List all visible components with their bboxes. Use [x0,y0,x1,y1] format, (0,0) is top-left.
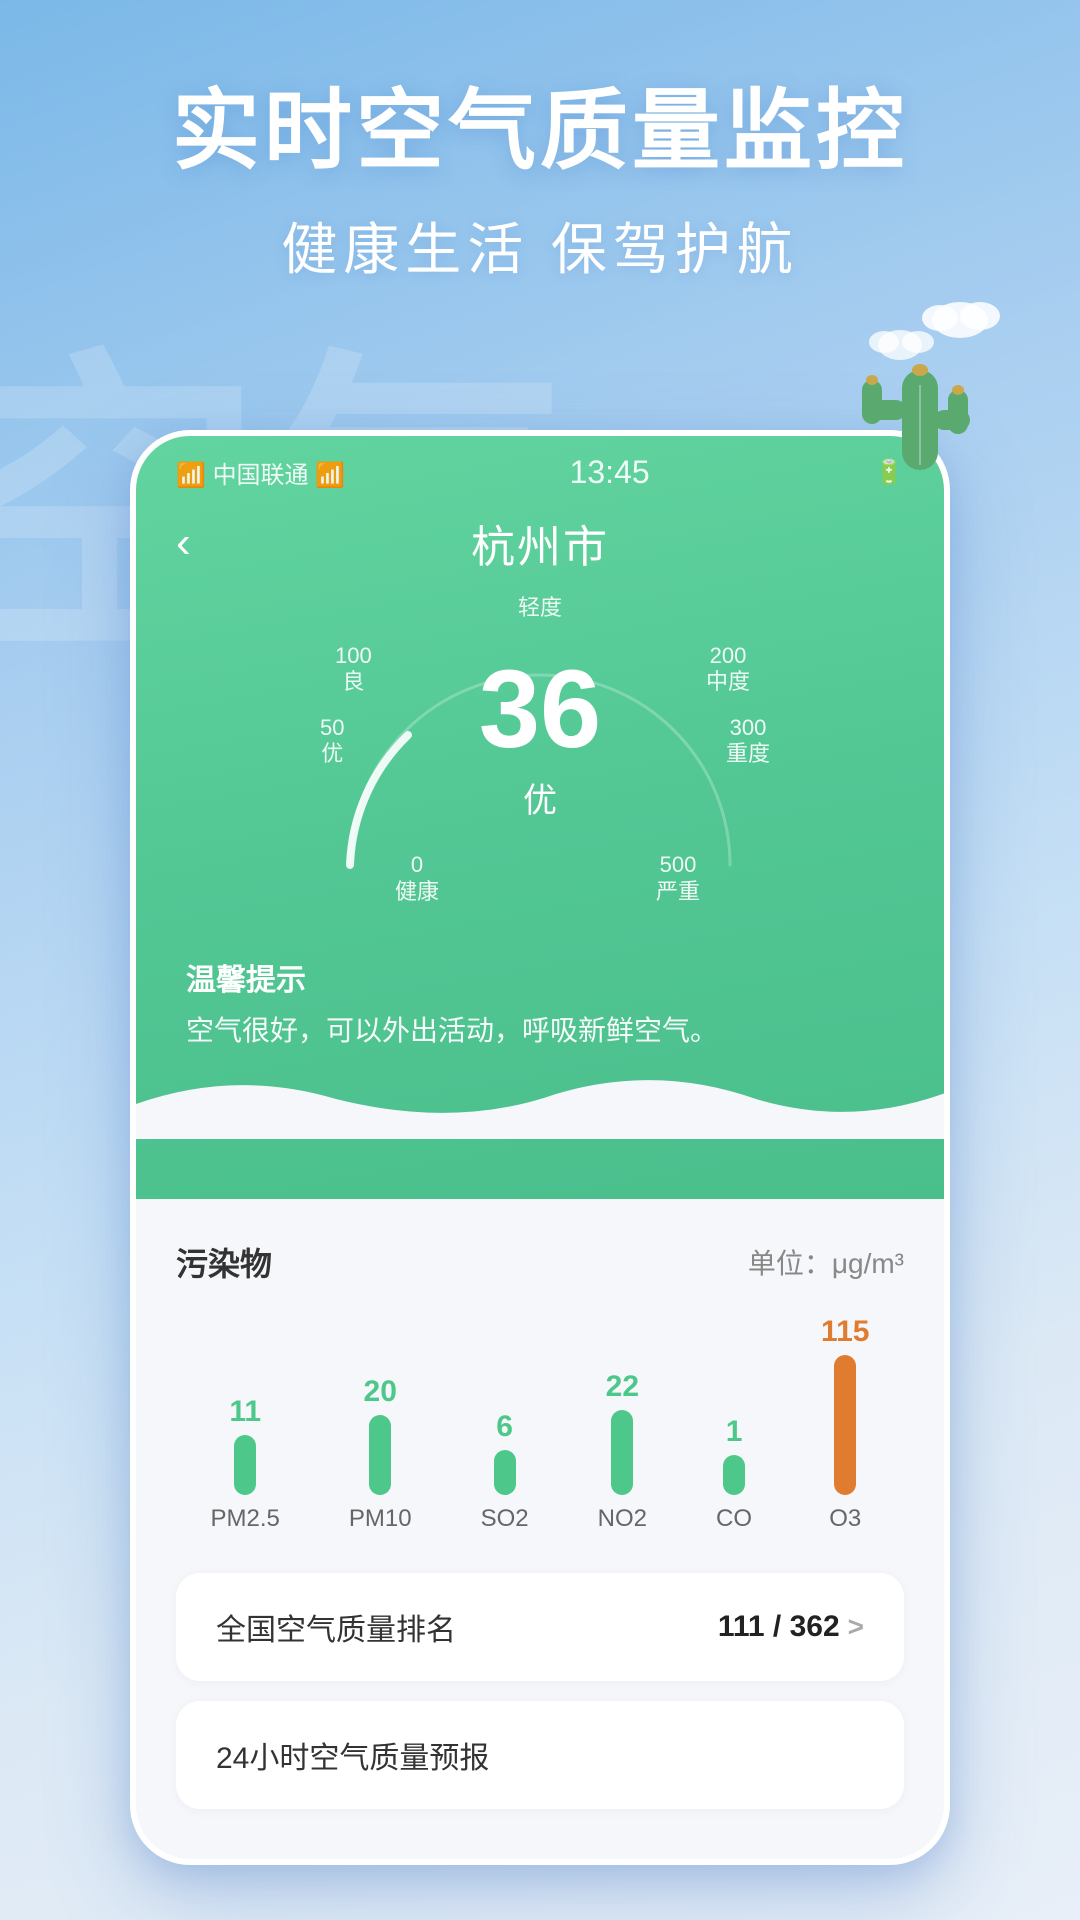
pollutants-label: 污染物 [176,1239,272,1285]
pollutant-name: PM10 [349,1505,412,1533]
pollutant-value: 1 [726,1415,743,1449]
ranking-label: 全国空气质量排名 [216,1605,456,1649]
status-bar: 📶 中国联通 📶 13:45 🔋 [136,436,944,491]
gauge-container: 轻度 50优 100良 200中度 300重度 0健康 500严重 36 优 [136,595,944,935]
forecast-card[interactable]: 24小时空气质量预报 [176,1701,904,1809]
pollutant-value: 6 [496,1410,513,1444]
aqi-quality: 优 [479,773,601,822]
status-time: 13:45 [570,454,650,491]
cactus-decoration [840,290,1000,490]
pollutant-value: 20 [364,1375,397,1409]
pollutant-name: SO2 [481,1505,529,1533]
pollutant-value: 11 [229,1395,261,1429]
wave-svg [136,1069,944,1139]
carrier-signal: 📶 中国联通 📶 [176,455,345,490]
pollutant-name: PM2.5 [211,1505,280,1533]
pollutant-value: 22 [606,1370,639,1404]
pollutant-item: 11 PM2.5 [211,1395,280,1533]
pollutant-item: 6 SO2 [481,1410,529,1533]
pollutants-header: 污染物 单位：μg/m³ [176,1239,904,1285]
pollutant-name: CO [716,1505,752,1533]
aqi-value: 36 [479,655,601,765]
tips-section: 温馨提示 空气很好，可以外出活动，呼吸新鲜空气。 [136,935,944,1079]
pollutants-unit: 单位：μg/m³ [748,1242,904,1282]
phone-mockup: 📶 中国联通 📶 13:45 🔋 ‹ 杭州市 [130,430,950,1865]
gauge-label-300: 300重度 [726,715,770,768]
pollutant-bar [494,1450,516,1495]
carrier-name: 中国联通 [213,462,309,489]
gauge-label-500: 500严重 [656,852,700,905]
pollutant-bar [723,1455,745,1495]
tips-content: 空气很好，可以外出活动，呼吸新鲜空气。 [186,1009,894,1049]
gauge-label-50: 50优 [320,715,344,768]
green-area: 📶 中国联通 📶 13:45 🔋 ‹ 杭州市 [136,436,944,1199]
gauge-label-top: 轻度 [518,595,562,621]
pollutant-name: O3 [829,1505,861,1533]
hero-title: 实时空气质量监控 [0,80,1080,181]
pollutant-value: 115 [821,1315,869,1349]
back-button[interactable]: ‹ [176,518,191,568]
ranking-value: 111 / 362 > [718,1610,864,1644]
nav-bar: ‹ 杭州市 [136,491,944,595]
hero-section: 实时空气质量监控 健康生活 保驾护航 [0,0,1080,286]
pollutant-item: 20 PM10 [349,1375,412,1533]
pollutant-item: 115 O3 [821,1315,869,1533]
city-title: 杭州市 [471,511,609,575]
pollutant-item: 22 NO2 [598,1370,647,1533]
pollutant-item: 1 CO [716,1415,752,1533]
forecast-label: 24小时空气质量预报 [216,1742,489,1775]
pollutant-bar [234,1435,256,1495]
pollutants-row: 11 PM2.5 20 PM10 6 SO2 22 NO2 1 CO 115 O3 [176,1315,904,1533]
gauge-label-0: 0健康 [395,852,439,905]
ranking-number: 111 / 362 [718,1610,840,1644]
ranking-card[interactable]: 全国空气质量排名 111 / 362 > [176,1573,904,1681]
gauge-label-200: 200中度 [706,643,750,696]
gauge-label-100: 100良 [335,643,372,696]
gauge-svg-wrap: 轻度 50优 100良 200中度 300重度 0健康 500严重 36 优 [300,595,780,915]
hero-subtitle: 健康生活 保驾护航 [0,205,1080,286]
white-area: 污染物 单位：μg/m³ 11PM2.520PM106SO222NO21CO11… [136,1199,944,1859]
pollutant-bar [834,1355,856,1495]
pollutant-bar [369,1415,391,1495]
pollutant-name: NO2 [598,1505,647,1533]
tips-title: 温馨提示 [186,955,894,999]
wifi-icon: 📶 [315,462,345,489]
pollutant-bar [611,1410,633,1495]
signal-bars: 📶 [176,462,206,489]
ranking-chevron: > [848,1611,864,1643]
gauge-center: 36 优 [479,655,601,822]
